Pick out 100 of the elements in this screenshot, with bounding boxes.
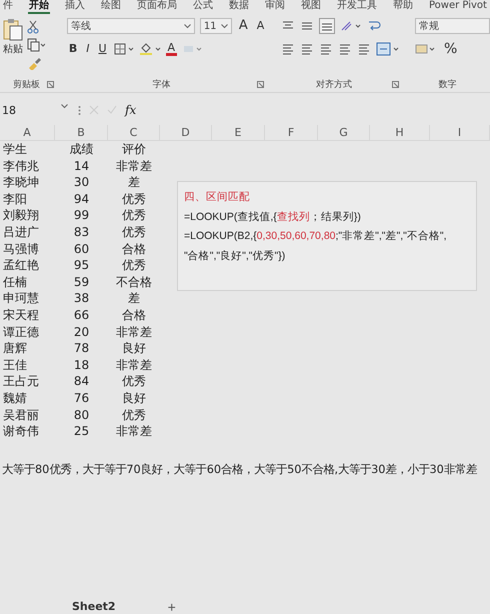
sheet-tab[interactable]: Sheet2 bbox=[70, 600, 118, 613]
table-cell-text: 合格 bbox=[121, 240, 147, 258]
text-line: 四、区间匹配 bbox=[184, 190, 250, 205]
decrease-font-button[interactable]: A bbox=[254, 19, 266, 33]
table-cell-text: 18 bbox=[72, 356, 90, 374]
column-header[interactable]: H bbox=[370, 125, 430, 140]
table-cell-text: 非常差 bbox=[115, 158, 153, 174]
dialog-launcher-icon[interactable] bbox=[47, 80, 54, 88]
clipboard-icon bbox=[2, 18, 24, 42]
text-line: =LOOKUP(B2,{0,30,50,60,70,80;"非常差","差","不合格", bbox=[184, 229, 447, 244]
table-cell-text: 优秀 bbox=[121, 190, 147, 208]
dots-icon[interactable] bbox=[78, 104, 81, 116]
paste-button[interactable]: 粘贴 bbox=[2, 18, 24, 76]
font-size-dropdown[interactable]: 11 bbox=[200, 18, 232, 34]
column-header[interactable]: B bbox=[55, 125, 108, 140]
table-cell-text: 76 bbox=[72, 390, 90, 406]
scissors-icon[interactable] bbox=[27, 20, 39, 34]
ribbon-tab[interactable]: 开始 bbox=[28, 0, 50, 14]
table-cell-text: 谢奇伟 bbox=[2, 423, 40, 440]
align-bottom-icon[interactable] bbox=[318, 18, 335, 34]
table-cell-text: 25 bbox=[72, 423, 90, 440]
table-cell-text: 59 bbox=[72, 274, 90, 290]
add-sheet-button[interactable]: + bbox=[168, 600, 176, 612]
column-header[interactable]: G bbox=[318, 125, 370, 140]
ribbon-tab[interactable]: 公式 bbox=[192, 0, 214, 14]
table-cell-text: 宋天程 bbox=[2, 306, 40, 324]
table-cell-text: 14 bbox=[72, 158, 90, 174]
wrap-text-icon[interactable] bbox=[366, 19, 381, 33]
align-left-icon[interactable] bbox=[280, 43, 295, 55]
fill-bucket-icon[interactable] bbox=[138, 42, 161, 56]
table-cell-text: 非常差 bbox=[115, 423, 153, 440]
ribbon-tab[interactable]: 件 bbox=[2, 0, 14, 14]
ribbon-tab[interactable]: 开发工具 bbox=[336, 0, 378, 14]
merge-cells-icon[interactable] bbox=[376, 42, 400, 56]
insert-function-button[interactable]: fx bbox=[125, 103, 136, 117]
table-cell-text: 王佳 bbox=[2, 356, 28, 374]
note-text: 大等于80优秀，大于等于70良好，大等于60合格，大等于50不合格,大等于30差，小于30非常差 bbox=[1, 462, 478, 477]
table-cell-text: 差 bbox=[127, 290, 141, 307]
dialog-launcher-icon[interactable] bbox=[392, 80, 399, 88]
table-cell-text: 李伟兆 bbox=[2, 158, 40, 174]
table-cell-text: 申珂慧 bbox=[2, 290, 40, 307]
ribbon-tab[interactable]: 帮助 bbox=[392, 0, 414, 14]
align-middle-icon[interactable] bbox=[300, 20, 314, 32]
table-cell-text: 非常差 bbox=[115, 324, 153, 340]
table-cell-text: 20 bbox=[72, 324, 90, 340]
ribbon-tab[interactable]: 数据 bbox=[228, 0, 250, 14]
table-cell-text: 谭正德 bbox=[2, 324, 40, 340]
paintbrush-icon[interactable] bbox=[27, 56, 41, 70]
table-cell-text: 66 bbox=[72, 306, 90, 324]
column-header[interactable]: A bbox=[0, 125, 55, 140]
ribbon-tab[interactable]: 绘图 bbox=[100, 0, 122, 14]
font-name-dropdown[interactable]: 等线 bbox=[66, 18, 195, 34]
orientation-icon[interactable] bbox=[340, 20, 362, 32]
column-header[interactable]: I bbox=[430, 125, 490, 140]
group-label: 剪贴板 bbox=[12, 78, 41, 90]
font-color-button[interactable]: A bbox=[166, 42, 178, 56]
ribbon-tab[interactable]: 页面布局 bbox=[136, 0, 178, 14]
table-cell-text: 评价 bbox=[121, 141, 147, 158]
copy-icon[interactable] bbox=[27, 38, 45, 52]
align-center-icon[interactable] bbox=[300, 43, 314, 55]
dialog-launcher-icon[interactable] bbox=[257, 80, 264, 88]
table-cell-text: 95 bbox=[72, 257, 90, 274]
text-line: "合格","良好","优秀"}) bbox=[184, 248, 286, 264]
table-cell-text: 78 bbox=[72, 340, 90, 357]
chevron-down-icon bbox=[184, 24, 191, 28]
increase-font-button[interactable]: A bbox=[236, 19, 250, 33]
format-button[interactable]: B bbox=[66, 42, 80, 56]
group-label: 字体 bbox=[152, 78, 172, 90]
table-cell-text: 李晓坤 bbox=[2, 174, 40, 191]
column-header[interactable]: C bbox=[108, 125, 160, 140]
name-box[interactable]: 18 bbox=[0, 104, 70, 116]
chevron-down-icon bbox=[220, 24, 228, 28]
table-cell-text: 99 bbox=[72, 207, 90, 224]
group-label: 数字 bbox=[438, 78, 458, 90]
border-icon[interactable] bbox=[114, 43, 134, 55]
table-cell-text: 吕进广 bbox=[2, 224, 40, 241]
table-cell-text: 94 bbox=[72, 190, 90, 208]
table-cell-text: 合格 bbox=[121, 306, 147, 324]
decrease-indent-icon[interactable] bbox=[338, 43, 352, 55]
align-right-icon[interactable] bbox=[318, 43, 333, 55]
table-cell-text: 38 bbox=[72, 290, 90, 307]
currency-icon[interactable] bbox=[414, 43, 437, 55]
table-cell-text: 优秀 bbox=[121, 207, 147, 224]
percent-button[interactable]: % bbox=[442, 42, 460, 56]
number-format-dropdown[interactable]: 常规 bbox=[414, 18, 490, 34]
chevron-down-icon bbox=[61, 104, 68, 108]
increase-indent-icon[interactable] bbox=[356, 43, 371, 55]
format-button[interactable]: I bbox=[84, 42, 92, 56]
column-header[interactable]: D bbox=[160, 125, 212, 140]
ribbon-tab[interactable]: 视图 bbox=[300, 0, 322, 14]
column-header[interactable]: E bbox=[212, 125, 265, 140]
table-cell-text: 马强博 bbox=[2, 240, 40, 258]
ribbon-tab[interactable]: Power Pivot bbox=[428, 0, 488, 14]
ribbon-tab[interactable]: 插入 bbox=[64, 0, 86, 14]
table-cell-text: 优秀 bbox=[121, 224, 147, 241]
table-cell-text: 良好 bbox=[121, 390, 147, 406]
table-cell-text: 魏婧 bbox=[2, 390, 28, 406]
table-cell-text: 吴君丽 bbox=[2, 406, 40, 424]
column-header[interactable]: F bbox=[265, 125, 318, 140]
format-button[interactable]: U bbox=[96, 42, 109, 56]
